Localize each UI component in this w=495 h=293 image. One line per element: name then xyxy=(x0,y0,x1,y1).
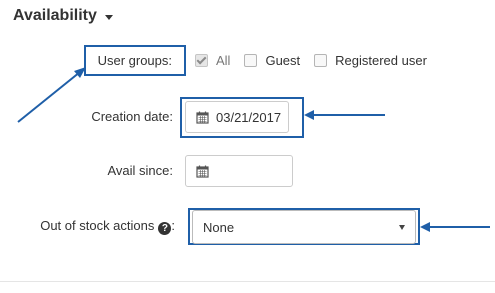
calendar-icon xyxy=(196,111,209,124)
checkbox-guest[interactable] xyxy=(244,54,258,67)
annotation-arrow-creation-date xyxy=(304,110,385,120)
annotation-arrow-user-groups xyxy=(17,67,86,123)
out-of-stock-label-row: Out of stock actions?: xyxy=(10,218,175,235)
creation-date-input[interactable]: 03/21/2017 xyxy=(185,101,289,133)
checkbox-guest-label: Guest xyxy=(265,53,301,68)
user-groups-label: User groups: xyxy=(97,53,172,68)
checkbox-registered-user-label: Registered user xyxy=(335,53,427,68)
out-of-stock-selected: None xyxy=(203,219,235,235)
avail-since-input[interactable] xyxy=(185,155,293,187)
availability-section-toggle[interactable]: Availability xyxy=(13,7,113,25)
avail-since-label: Avail since: xyxy=(107,163,173,178)
checkbox-all-label: All xyxy=(216,53,231,68)
annotation-arrow-out-of-stock xyxy=(420,222,490,232)
checkbox-all[interactable] xyxy=(195,54,208,67)
out-of-stock-select[interactable]: None xyxy=(192,210,416,244)
caret-down-icon xyxy=(104,14,113,20)
select-caret-icon xyxy=(399,224,405,230)
section-divider xyxy=(0,281,495,282)
label-colon: : xyxy=(171,218,175,233)
user-groups-options: All Guest Registered user xyxy=(195,53,441,68)
user-group-registered[interactable]: Registered user xyxy=(314,53,427,68)
out-of-stock-label: Out of stock actions xyxy=(40,218,155,233)
section-title: Availability xyxy=(13,7,97,24)
creation-date-label: Creation date: xyxy=(91,109,173,124)
user-group-all[interactable]: All xyxy=(195,53,230,68)
calendar-icon xyxy=(196,165,209,178)
user-group-guest[interactable]: Guest xyxy=(244,53,300,68)
question-circle-icon[interactable]: ? xyxy=(158,222,172,235)
creation-date-value: 03/21/2017 xyxy=(216,109,282,125)
checkbox-registered-user[interactable] xyxy=(314,54,328,67)
